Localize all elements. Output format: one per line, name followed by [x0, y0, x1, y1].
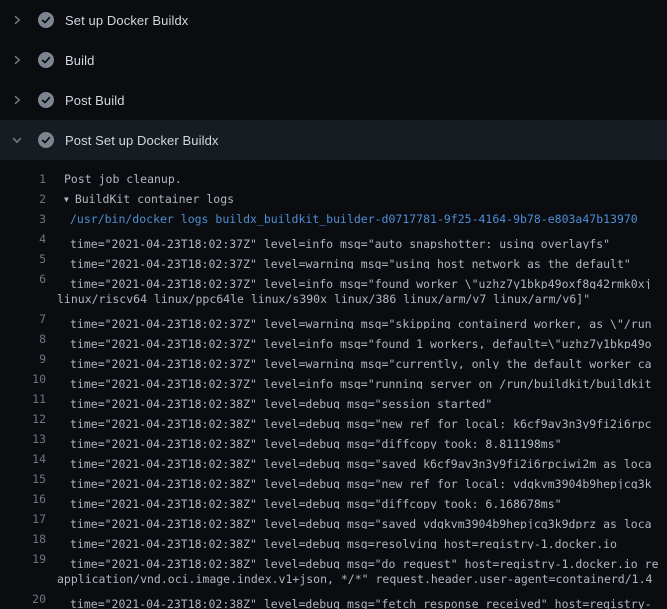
- log-text: time="2021-04-23T18:02:38Z" level=debug …: [70, 549, 659, 569]
- log-line: 19 time="2021-04-23T18:02:38Z" level=debu…: [0, 549, 667, 569]
- step-header[interactable]: Post Build: [0, 80, 667, 120]
- log-text: time="2021-04-23T18:02:37Z" level=warnin…: [70, 349, 652, 369]
- log-line: 18 time="2021-04-23T18:02:38Z" level=debu…: [0, 529, 667, 549]
- log-line: 5 time="2021-04-23T18:02:37Z" level=warni…: [0, 249, 667, 269]
- step-header[interactable]: Post Set up Docker Buildx: [0, 120, 667, 160]
- triangle-down-icon: ▼: [64, 195, 69, 204]
- log-line: 2 ▼ BuildKit container logs: [0, 189, 667, 209]
- check-circle-icon: [38, 52, 54, 68]
- line-number[interactable]: 15: [0, 472, 46, 486]
- log-line: 9 time="2021-04-23T18:02:37Z" level=warni…: [0, 349, 667, 369]
- line-number[interactable]: 3: [0, 212, 46, 226]
- step-title: Post Set up Docker Buildx: [65, 133, 219, 148]
- line-number[interactable]: 18: [0, 532, 46, 546]
- line-number[interactable]: 6: [0, 272, 46, 286]
- log-group-toggle[interactable]: ▼ BuildKit container logs: [64, 192, 234, 206]
- log-command-text: /usr/bin/docker logs buildx_buildkit_bui…: [70, 212, 638, 226]
- log-text: application/vnd.oci.image.index.v1+json,…: [57, 572, 652, 586]
- log-line: 17 time="2021-04-23T18:02:38Z" level=debu…: [0, 509, 667, 529]
- check-circle-icon: [38, 92, 54, 108]
- line-number[interactable]: 14: [0, 452, 46, 466]
- log-text: time="2021-04-23T18:02:38Z" level=debug …: [70, 409, 652, 429]
- log-text: BuildKit container logs: [75, 192, 234, 206]
- log-text: time="2021-04-23T18:02:37Z" level=warnin…: [70, 249, 631, 269]
- step-title: Post Build: [65, 93, 125, 108]
- line-number[interactable]: 5: [0, 252, 46, 266]
- log-line-continuation: application/vnd.oci.image.index.v1+json,…: [0, 569, 667, 589]
- log-line: 14 time="2021-04-23T18:02:38Z" level=debu…: [0, 449, 667, 469]
- log-text: time="2021-04-23T18:02:37Z" level=info m…: [70, 269, 652, 289]
- line-number[interactable]: 2: [0, 192, 46, 206]
- step-title: Set up Docker Buildx: [65, 13, 188, 28]
- step-title: Build: [65, 53, 94, 68]
- check-circle-icon: [38, 12, 54, 28]
- chevron-down-icon: [10, 133, 24, 147]
- log-line: 8 time="2021-04-23T18:02:37Z" level=info …: [0, 329, 667, 349]
- log-text: time="2021-04-23T18:02:37Z" level=info m…: [70, 369, 652, 389]
- check-circle-icon: [38, 132, 54, 148]
- log-text: time="2021-04-23T18:02:38Z" level=debug …: [70, 509, 652, 529]
- line-number[interactable]: 13: [0, 432, 46, 446]
- log-text: time="2021-04-23T18:02:37Z" level=info m…: [70, 329, 652, 349]
- log-text: time="2021-04-23T18:02:38Z" level=debug …: [70, 389, 492, 409]
- line-number[interactable]: 19: [0, 552, 46, 566]
- log-text: time="2021-04-23T18:02:38Z" level=debug …: [70, 469, 652, 489]
- log-text: time="2021-04-23T18:02:37Z" level=warnin…: [70, 309, 652, 329]
- log-line: 13 time="2021-04-23T18:02:38Z" level=debu…: [0, 429, 667, 449]
- log-line: 1 Post job cleanup.: [0, 169, 667, 189]
- log-line: 7 time="2021-04-23T18:02:37Z" level=warni…: [0, 309, 667, 329]
- step-header[interactable]: Build: [0, 40, 667, 80]
- line-number[interactable]: 4: [0, 232, 46, 246]
- line-number[interactable]: 1: [0, 172, 46, 186]
- log-area: 1 Post job cleanup. 2 ▼ BuildKit container l…: [0, 160, 667, 609]
- line-number[interactable]: 11: [0, 392, 46, 406]
- log-line: 16 time="2021-04-23T18:02:38Z" level=debu…: [0, 489, 667, 509]
- log-line-continuation: linux/riscv64 linux/ppc64le linux/s390x …: [0, 289, 667, 309]
- log-line: 6 time="2021-04-23T18:02:37Z" level=info …: [0, 269, 667, 289]
- chevron-right-icon: [10, 53, 24, 67]
- log-line: 11 time="2021-04-23T18:02:38Z" level=debu…: [0, 389, 667, 409]
- log-line: 15 time="2021-04-23T18:02:38Z" level=debu…: [0, 469, 667, 489]
- step-header[interactable]: Set up Docker Buildx: [0, 0, 667, 40]
- chevron-right-icon: [10, 93, 24, 107]
- line-number[interactable]: 7: [0, 312, 46, 326]
- log-line: 20 time="2021-04-23T18:02:38Z" level=debu…: [0, 589, 667, 609]
- log-text: time="2021-04-23T18:02:38Z" level=debug …: [70, 429, 562, 449]
- log-text: Post job cleanup.: [64, 172, 182, 186]
- log-line: 12 time="2021-04-23T18:02:38Z" level=debu…: [0, 409, 667, 429]
- line-number[interactable]: 8: [0, 332, 46, 346]
- step-list: Set up Docker Buildx Build Post Build Post …: [0, 0, 667, 160]
- log-text: linux/riscv64 linux/ppc64le linux/s390x …: [57, 292, 590, 306]
- line-number[interactable]: 16: [0, 492, 46, 506]
- log-text: time="2021-04-23T18:02:38Z" level=debug …: [70, 529, 617, 549]
- line-number[interactable]: 20: [0, 592, 46, 606]
- line-number[interactable]: 10: [0, 372, 46, 386]
- log-text: time="2021-04-23T18:02:38Z" level=debug …: [70, 489, 562, 509]
- chevron-right-icon: [10, 13, 24, 27]
- line-number[interactable]: 17: [0, 512, 46, 526]
- line-number[interactable]: 9: [0, 352, 46, 366]
- log-text: time="2021-04-23T18:02:38Z" level=debug …: [70, 449, 652, 469]
- line-number[interactable]: 12: [0, 412, 46, 426]
- log-line: 3/usr/bin/docker logs buildx_buildkit_bu…: [0, 209, 667, 229]
- log-text: time="2021-04-23T18:02:37Z" level=info m…: [70, 229, 610, 249]
- log-text: time="2021-04-23T18:02:38Z" level=debug …: [70, 589, 652, 609]
- log-line: 4 time="2021-04-23T18:02:37Z" level=info …: [0, 229, 667, 249]
- log-line: 10 time="2021-04-23T18:02:37Z" level=info…: [0, 369, 667, 389]
